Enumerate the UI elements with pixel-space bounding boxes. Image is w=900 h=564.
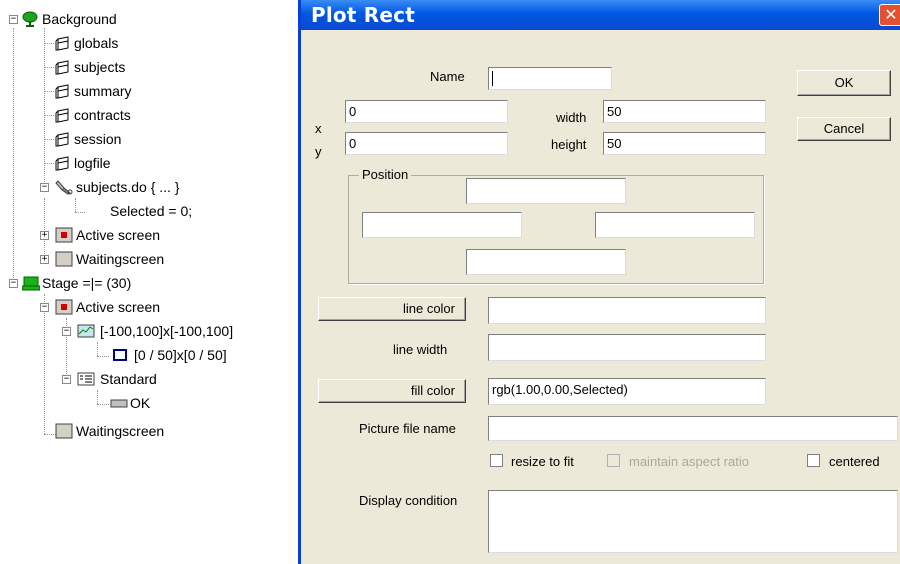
width-label: width <box>556 110 587 125</box>
tree-green-icon <box>22 11 38 31</box>
tree-connector <box>75 198 76 212</box>
tree-connector <box>44 139 54 140</box>
y-label: y <box>315 144 322 159</box>
name-label: Name <box>430 69 465 84</box>
tree-connector <box>44 163 54 164</box>
tree-item-label: Standard <box>100 371 157 387</box>
tree-item-label: contracts <box>74 107 131 123</box>
tree-connector <box>44 43 54 44</box>
screen-icon <box>55 423 73 443</box>
table-icon <box>55 131 71 151</box>
centered-label: centered <box>829 454 880 469</box>
line-color-button[interactable]: line color <box>318 297 466 321</box>
maintain-aspect-checkbox <box>607 454 620 467</box>
tree-item-label: Stage =|= (30) <box>42 275 132 291</box>
name-field[interactable] <box>488 67 612 90</box>
table-icon <box>55 155 71 175</box>
line-color-field[interactable] <box>488 297 766 324</box>
collapse-icon[interactable]: − <box>62 375 71 384</box>
position-bottom-field[interactable] <box>466 249 626 275</box>
resize-to-fit-label: resize to fit <box>511 454 574 469</box>
position-group: Position <box>348 167 764 284</box>
tree-connector <box>97 390 98 404</box>
x-field[interactable]: 0 <box>345 100 508 123</box>
tree-item-label: subjects <box>74 59 126 75</box>
plot-box-icon <box>77 323 95 343</box>
table-icon <box>55 59 71 79</box>
tree-connector <box>44 28 45 190</box>
tree-connector <box>44 91 54 92</box>
position-right-field[interactable] <box>595 212 755 238</box>
display-condition-label: Display condition <box>359 493 458 508</box>
tree-item-label: summary <box>74 83 132 99</box>
tree-connector <box>13 28 14 282</box>
cancel-button[interactable]: Cancel <box>797 117 891 141</box>
tree-item-label: [-100,100]x[-100,100] <box>100 323 234 339</box>
tree-item-label: globals <box>74 35 119 51</box>
tree-item-background[interactable]: − Background <box>0 10 300 28</box>
tree-item-label: session <box>74 131 122 147</box>
button-icon <box>110 395 128 415</box>
width-field[interactable]: 50 <box>603 100 766 123</box>
centered-checkbox[interactable] <box>807 454 820 467</box>
tree-item-label: subjects.do { ... } <box>76 179 180 195</box>
tree-item-label: Active screen <box>76 227 161 243</box>
close-icon[interactable]: ✕ <box>879 4 900 26</box>
tree-connector <box>97 404 109 405</box>
collapse-icon[interactable]: − <box>40 183 49 192</box>
tree-item-label: Active screen <box>76 299 161 315</box>
picture-file-label: Picture file name <box>359 421 456 436</box>
stage-icon <box>21 275 41 295</box>
tree-connector <box>44 67 54 68</box>
height-field[interactable]: 50 <box>603 132 766 155</box>
collapse-icon[interactable]: − <box>62 327 71 336</box>
position-legend: Position <box>359 167 412 182</box>
tree-panel[interactable]: − Background globals subjects summary co… <box>0 0 300 564</box>
maintain-aspect-label: maintain aspect ratio <box>629 454 749 469</box>
tree-item-label: Waitingscreen <box>76 423 165 439</box>
picture-file-field[interactable] <box>488 416 898 441</box>
plot-rect-dialog: Plot Rect ✕ Name OK Cancel x 0 y 0 width… <box>298 0 900 564</box>
tree-item-label: OK <box>130 395 151 411</box>
height-label: height <box>551 137 587 152</box>
tree-connector <box>97 356 109 357</box>
tree-connector <box>97 342 98 356</box>
collapse-icon[interactable]: − <box>9 279 18 288</box>
y-field[interactable]: 0 <box>345 132 508 155</box>
screen-active-icon <box>55 227 73 247</box>
table-icon <box>55 83 71 103</box>
fill-color-field[interactable]: rgb(1.00,0.00,Selected) <box>488 378 766 405</box>
tree-item-label: Background <box>42 11 117 27</box>
rect-icon <box>112 347 128 367</box>
table-icon <box>55 107 71 127</box>
screen-icon <box>55 251 73 271</box>
dialog-titlebar[interactable]: Plot Rect ✕ <box>301 0 900 30</box>
tree-connector <box>44 115 54 116</box>
ok-button[interactable]: OK <box>797 70 891 96</box>
resize-to-fit-checkbox[interactable] <box>490 454 503 467</box>
tree-item-label: [0 / 50]x[0 / 50] <box>134 347 227 363</box>
tree-connector <box>44 294 45 434</box>
screen-active-icon <box>55 299 73 319</box>
collapse-icon[interactable]: − <box>9 15 18 24</box>
fill-color-button[interactable]: fill color <box>318 379 466 403</box>
position-left-field[interactable] <box>362 212 522 238</box>
expand-icon[interactable]: + <box>40 255 49 264</box>
table-icon <box>55 35 71 55</box>
tree-connector <box>44 198 45 260</box>
line-width-field[interactable] <box>488 334 766 361</box>
x-label: x <box>315 121 322 136</box>
collapse-icon[interactable]: − <box>40 303 49 312</box>
standard-box-icon <box>77 371 95 391</box>
wrench-icon <box>55 179 73 199</box>
line-width-label: line width <box>393 342 448 357</box>
tree-item-label: logfile <box>74 155 111 171</box>
tree-connector <box>75 212 85 213</box>
tree-item-label: Selected = 0; <box>110 203 193 219</box>
expand-icon[interactable]: + <box>40 231 49 240</box>
dialog-title: Plot Rect <box>311 3 415 27</box>
display-condition-field[interactable] <box>488 490 898 553</box>
position-top-field[interactable] <box>466 178 626 204</box>
tree-item-label: Waitingscreen <box>76 251 165 267</box>
